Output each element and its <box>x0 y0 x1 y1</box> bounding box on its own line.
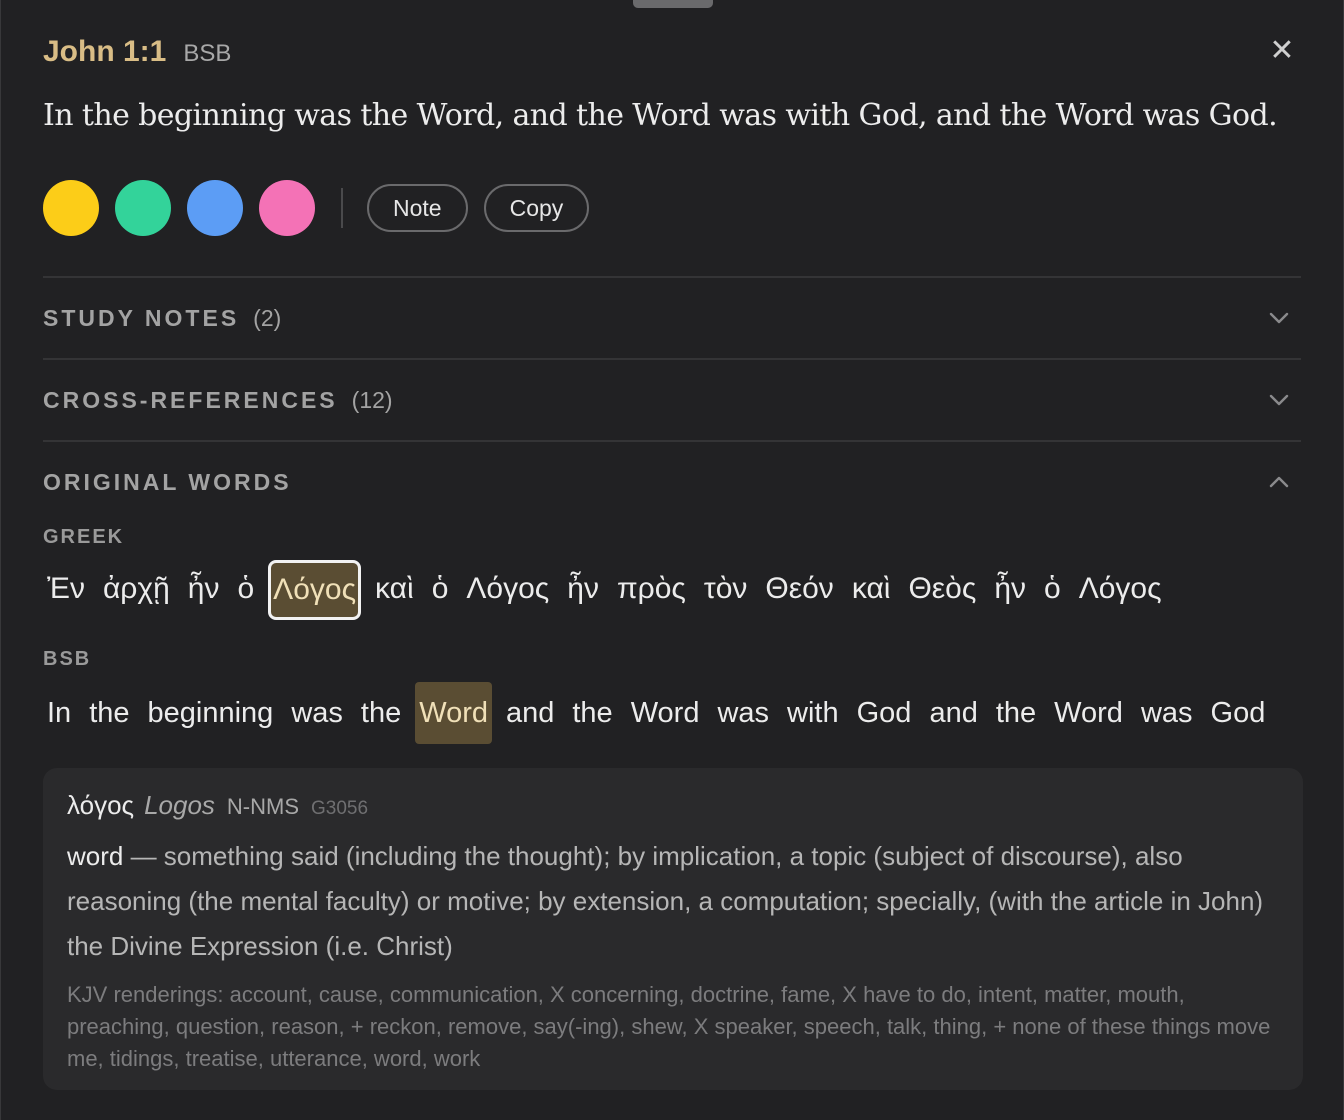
kjv-renderings: KJV renderings: account, cause, communic… <box>67 982 1271 1071</box>
chevron-down-icon[interactable] <box>1265 386 1293 414</box>
chevron-down-icon[interactable] <box>1265 304 1293 332</box>
section-title: CROSS-REFERENCES <box>43 386 338 413</box>
bible-version: BSB <box>183 40 232 67</box>
verse-reference: John 1:1 <box>43 35 167 68</box>
lexicon-parsing: N-NMS <box>226 794 300 819</box>
english-word[interactable]: the <box>568 682 616 744</box>
sheet-drag-handle[interactable] <box>633 0 713 8</box>
english-word[interactable]: Word <box>627 682 704 744</box>
lexicon-card: λόγος Logos N-NMS G3056 word — something… <box>43 768 1303 1090</box>
greek-word[interactable]: ἀρχῇ <box>99 560 174 620</box>
greek-word[interactable]: Λόγος <box>1075 560 1166 620</box>
english-word[interactable]: and <box>925 682 981 744</box>
greek-label: GREEK <box>43 526 125 548</box>
english-word[interactable]: was <box>713 682 773 744</box>
greek-word[interactable]: Λόγος <box>462 560 553 620</box>
english-word[interactable]: the <box>85 682 133 744</box>
english-word[interactable]: the <box>992 682 1040 744</box>
greek-word[interactable]: πρὸς <box>613 560 690 620</box>
copy-button[interactable]: Copy <box>483 184 590 232</box>
greek-words-row: Ἐν ἀρχῇ ἦν ὁ Λόγος καὶ ὁ Λόγος ἦν πρὸς τὸν Θεόν καὶ Θ… <box>43 560 1176 620</box>
greek-word[interactable]: Θεὸς <box>904 560 980 620</box>
english-word[interactable]: with <box>783 682 843 744</box>
verse-detail-sheet: John 1:1 BSB ✕ In the beginning was the … <box>0 0 1344 1120</box>
actions-divider <box>341 188 343 228</box>
chevron-up-icon[interactable] <box>1265 468 1293 496</box>
greek-word[interactable]: ἦν <box>563 560 603 620</box>
close-icon[interactable]: ✕ <box>1263 32 1301 70</box>
section-title: STUDY NOTES <box>43 304 240 331</box>
highlight-yellow-button[interactable] <box>43 180 99 236</box>
english-word[interactable]: Word <box>415 682 492 744</box>
verse-header: John 1:1 BSB ✕ <box>43 30 1301 74</box>
lexicon-lemma: λόγος <box>67 790 135 820</box>
english-word[interactable]: was <box>287 682 347 744</box>
verse-text: In the beginning was the Word, and the W… <box>43 98 1278 133</box>
english-word[interactable]: Word <box>1050 682 1127 744</box>
lexicon-gloss: word <box>67 841 124 871</box>
greek-word[interactable]: καὶ <box>371 560 418 620</box>
greek-word[interactable]: τὸν <box>700 560 752 620</box>
greek-word[interactable]: Ἐν <box>43 560 89 620</box>
english-word[interactable]: God <box>853 682 916 744</box>
highlight-pink-button[interactable] <box>259 180 315 236</box>
greek-word[interactable]: ἦν <box>990 560 1030 620</box>
english-word[interactable]: and <box>502 682 558 744</box>
study-notes-section[interactable]: STUDY NOTES (2) <box>43 276 1301 358</box>
section-count: (2) <box>253 304 282 331</box>
lexicon-definition: word — something said (including the tho… <box>67 834 1279 969</box>
english-words-row: In the beginning was the Word and the Word was wit… <box>43 682 1279 744</box>
section-title: ORIGINAL WORDS <box>43 468 292 495</box>
greek-word[interactable]: Θεόν <box>761 560 837 620</box>
greek-word[interactable]: ὁ <box>1040 560 1065 620</box>
english-label: BSB <box>43 648 92 670</box>
original-words-section[interactable]: ORIGINAL WORDS <box>43 440 1301 522</box>
highlight-green-button[interactable] <box>115 180 171 236</box>
greek-word[interactable]: Λόγος <box>268 560 362 620</box>
lexicon-header: λόγος Logos N-NMS G3056 <box>67 790 1279 824</box>
english-word[interactable]: God <box>1207 682 1270 744</box>
english-word[interactable]: In <box>43 682 75 744</box>
greek-word[interactable]: ἦν <box>184 560 224 620</box>
english-word[interactable]: the <box>357 682 405 744</box>
cross-references-section[interactable]: CROSS-REFERENCES (12) <box>43 358 1301 440</box>
highlight-blue-button[interactable] <box>187 180 243 236</box>
lexicon-definition-text: — something said (including the thought)… <box>67 841 1264 961</box>
note-button[interactable]: Note <box>367 184 468 232</box>
lexicon-transliteration: Logos <box>144 790 215 820</box>
english-word[interactable]: beginning <box>144 682 278 744</box>
greek-word[interactable]: καὶ <box>848 560 895 620</box>
english-word[interactable]: was <box>1137 682 1197 744</box>
strongs-number[interactable]: G3056 <box>311 798 368 820</box>
greek-word[interactable]: ὁ <box>428 560 453 620</box>
greek-word[interactable]: ὁ <box>233 560 258 620</box>
verse-actions: Note Copy <box>43 180 605 236</box>
section-count: (12) <box>351 386 393 413</box>
